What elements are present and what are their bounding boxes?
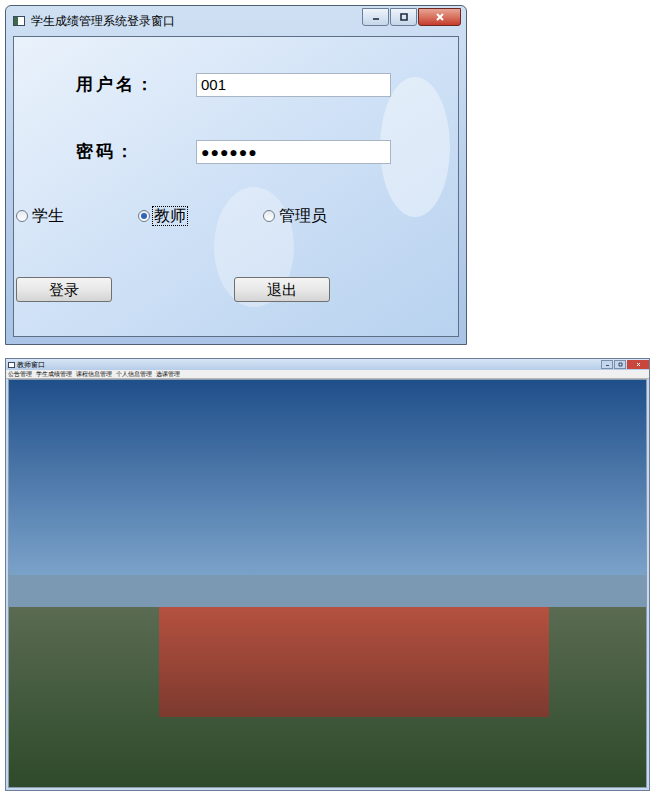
title-bar: 学生成绩管理系统登录窗口 — [7, 7, 465, 36]
maximize-icon — [617, 361, 624, 368]
exit-button[interactable]: 退出 — [234, 277, 330, 302]
menu-item[interactable]: 公告管理 — [8, 370, 32, 378]
radio-icon[interactable] — [16, 210, 28, 222]
password-field[interactable]: ●●●●●● — [196, 140, 391, 164]
minimize-icon — [369, 10, 383, 24]
role-radio[interactable]: 管理员 — [263, 207, 383, 225]
password-label: 密码： — [76, 139, 196, 165]
radio-icon[interactable] — [138, 210, 150, 222]
button-row: 登录 退出 — [16, 277, 458, 302]
minimize-icon — [604, 361, 611, 368]
menu-item[interactable]: 选课管理 — [156, 370, 180, 378]
maximize-button[interactable] — [614, 360, 626, 369]
username-field[interactable]: 001 — [196, 73, 391, 97]
window-title: 学生成绩管理系统登录窗口 — [31, 14, 175, 28]
app-icon — [13, 16, 25, 26]
role-radio[interactable]: 学生 — [16, 207, 138, 225]
menu-bar: 公告管理学生成绩管理课程信息管理个人信息管理选课管理 — [6, 370, 649, 379]
radio-dot — [141, 213, 147, 219]
minimize-button[interactable] — [362, 8, 389, 26]
role-label: 管理员 — [278, 207, 328, 225]
login-button[interactable]: 登录 — [16, 277, 112, 302]
title-bar: 教师窗口 — [6, 359, 649, 370]
window-controls — [601, 360, 649, 369]
app-icon — [8, 362, 15, 368]
login-window: 学生成绩管理系统登录窗口用户名：001 密码：●●●●●● 学生 教师 管理员登录 退出 — [5, 5, 467, 345]
password-row: 密码：●●●●●● — [76, 140, 458, 164]
minimize-button[interactable] — [601, 360, 613, 369]
role-radio[interactable]: 教师 — [138, 207, 263, 225]
username-row: 用户名：001 — [76, 73, 458, 97]
radio-icon[interactable] — [263, 210, 275, 222]
role-label: 教师 — [153, 207, 187, 225]
maximize-icon — [397, 10, 411, 24]
close-icon — [433, 10, 447, 24]
menu-item[interactable]: 个人信息管理 — [116, 370, 152, 378]
campus-building — [159, 607, 549, 717]
close-button[interactable] — [418, 8, 461, 26]
role-label: 学生 — [31, 207, 65, 225]
main-window: 教师窗口公告管理学生成绩管理课程信息管理个人信息管理选课管理 — [5, 358, 650, 791]
window-title: 教师窗口 — [17, 360, 45, 369]
menu-item[interactable]: 课程信息管理 — [76, 370, 112, 378]
window-controls — [362, 8, 461, 26]
maximize-button[interactable] — [390, 8, 417, 26]
login-form: 用户名：001 密码：●●●●●● 学生 教师 管理员登录 退出 — [13, 36, 459, 337]
campus-photo — [8, 379, 647, 788]
close-button[interactable] — [627, 360, 649, 369]
menu-item[interactable]: 学生成绩管理 — [36, 370, 72, 378]
close-icon — [635, 361, 642, 368]
role-group: 学生 教师 管理员 — [16, 206, 458, 226]
username-label: 用户名： — [76, 72, 196, 98]
